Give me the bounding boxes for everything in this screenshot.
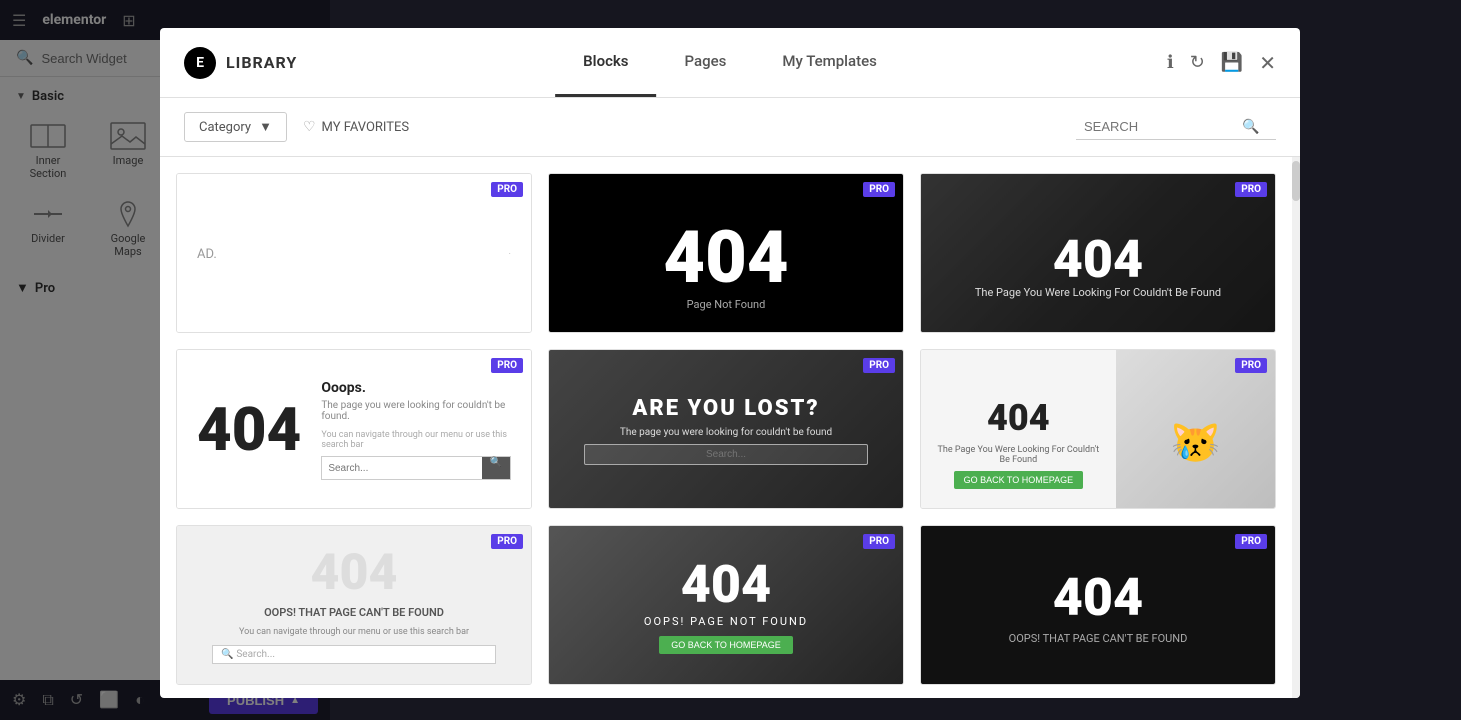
pro-badge: PRO bbox=[491, 358, 523, 373]
template-preview-keyboard: 404 The Page You Were Looking For Couldn… bbox=[921, 174, 1275, 333]
modal-logo: E bbox=[184, 47, 216, 79]
category-select[interactable]: Category ▼ bbox=[184, 112, 287, 142]
template-card-404-baby[interactable]: PRO 404 The Page You Were Looking For Co… bbox=[920, 349, 1276, 509]
category-chevron-icon: ▼ bbox=[259, 119, 272, 135]
template-card-404-ooops[interactable]: PRO 404 Ooops. The page you were looking… bbox=[176, 349, 532, 509]
template-card-ad[interactable]: PRO AD. · bbox=[176, 173, 532, 333]
template-search-input[interactable] bbox=[1084, 119, 1234, 134]
tab-pages[interactable]: Pages bbox=[657, 28, 755, 97]
tab-blocks[interactable]: Blocks bbox=[555, 28, 656, 97]
template-card-oops-light[interactable]: PRO 404 OOPS! THAT PAGE CAN'T BE FOUND Y… bbox=[176, 525, 532, 685]
pro-badge: PRO bbox=[1235, 534, 1267, 549]
template-preview-oops-light: 404 OOPS! THAT PAGE CAN'T BE FOUND You c… bbox=[177, 526, 531, 685]
template-card-404-keyboard[interactable]: PRO 404 The Page You Were Looking For Co… bbox=[920, 173, 1276, 333]
modal-header-icons: ℹ ↻ 💾 ✕ bbox=[1167, 51, 1276, 75]
template-card-dark-bottom[interactable]: PRO 404 OOPS! THAT PAGE CAN'T BE FOUND bbox=[920, 525, 1276, 685]
modal-toolbar: Category ▼ ♡ MY FAVORITES 🔍 bbox=[160, 98, 1300, 157]
pro-badge: PRO bbox=[1235, 182, 1267, 197]
tab-my-templates[interactable]: My Templates bbox=[754, 28, 904, 97]
scrollbar-thumb[interactable] bbox=[1292, 161, 1300, 201]
template-preview-dark-bottom: 404 OOPS! THAT PAGE CAN'T BE FOUND bbox=[921, 526, 1275, 685]
modal-header: E LIBRARY Blocks Pages My Templates ℹ ↻ … bbox=[160, 28, 1300, 98]
pro-badge: PRO bbox=[863, 534, 895, 549]
template-card-404-black[interactable]: PRO 404 Page Not Found bbox=[548, 173, 904, 333]
modal-content: PRO AD. · PRO 404 Page Not Found bbox=[160, 157, 1300, 698]
save-icon[interactable]: 💾 bbox=[1221, 52, 1243, 73]
template-preview-man: 404 OOPS! PAGE NOT FOUND GO BACK TO HOME… bbox=[549, 526, 903, 685]
template-preview-ooops: 404 Ooops. The page you were looking for… bbox=[177, 350, 531, 509]
search-submit-icon[interactable]: 🔍 bbox=[1242, 119, 1259, 135]
template-preview-baby: 404 The Page You Were Looking For Couldn… bbox=[921, 350, 1275, 509]
pro-badge: PRO bbox=[863, 182, 895, 197]
search-bar: 🔍 bbox=[1076, 115, 1276, 140]
close-icon[interactable]: ✕ bbox=[1259, 51, 1276, 75]
library-modal: E LIBRARY Blocks Pages My Templates ℹ ↻ … bbox=[160, 28, 1300, 698]
template-preview-404-black: 404 Page Not Found bbox=[549, 174, 903, 333]
pro-badge: PRO bbox=[1235, 358, 1267, 373]
pro-badge: PRO bbox=[491, 182, 523, 197]
template-card-are-you-lost[interactable]: PRO ARE YOU LOST? The page you were look… bbox=[548, 349, 904, 509]
scrollbar-track[interactable] bbox=[1292, 157, 1300, 698]
templates-grid: PRO AD. · PRO 404 Page Not Found bbox=[160, 157, 1292, 698]
template-card-404-man[interactable]: PRO 404 OOPS! PAGE NOT FOUND GO BACK TO … bbox=[548, 525, 904, 685]
modal-overlay: E LIBRARY Blocks Pages My Templates ℹ ↻ … bbox=[0, 0, 1461, 720]
modal-tabs: Blocks Pages My Templates bbox=[555, 28, 905, 97]
pro-badge: PRO bbox=[863, 358, 895, 373]
template-preview-ad: AD. · bbox=[177, 174, 531, 333]
pro-badge: PRO bbox=[491, 534, 523, 549]
refresh-icon[interactable]: ↻ bbox=[1190, 52, 1205, 73]
modal-title: LIBRARY bbox=[226, 53, 297, 72]
info-icon[interactable]: ℹ bbox=[1167, 52, 1174, 73]
template-preview-lost: ARE YOU LOST? The page you were looking … bbox=[549, 350, 903, 509]
heart-icon: ♡ bbox=[303, 119, 316, 135]
favorites-button[interactable]: ♡ MY FAVORITES bbox=[303, 119, 409, 135]
